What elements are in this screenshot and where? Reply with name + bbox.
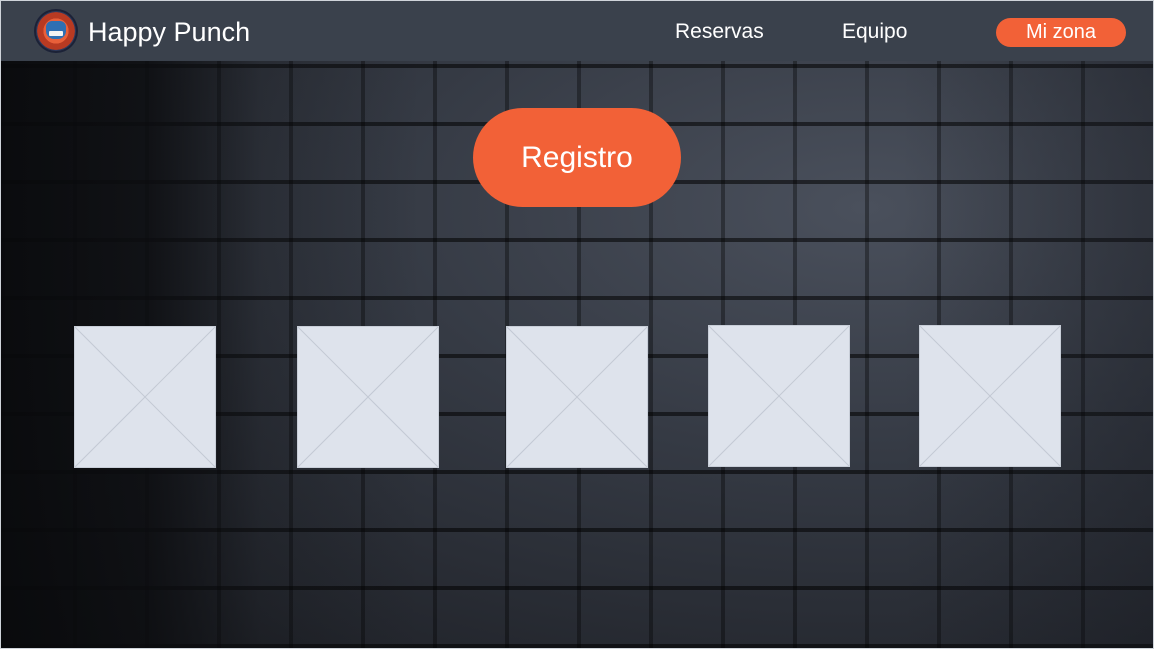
image-placeholder-icon xyxy=(920,326,1060,466)
nav-link-reservas[interactable]: Reservas xyxy=(675,19,764,45)
navbar: Happy Punch Reservas Equipo Mi zona xyxy=(1,1,1153,61)
image-placeholder xyxy=(297,326,439,468)
image-placeholder xyxy=(506,326,648,468)
image-placeholder xyxy=(708,325,850,467)
image-placeholder-icon xyxy=(75,327,215,467)
image-placeholder xyxy=(919,325,1061,467)
image-placeholder-icon xyxy=(298,327,438,467)
logo-teeth xyxy=(49,31,63,36)
happy-punch-logo-icon[interactable] xyxy=(34,9,78,53)
logo-face xyxy=(46,21,66,39)
nav-link-equipo[interactable]: Equipo xyxy=(842,19,907,45)
image-placeholder-icon xyxy=(709,326,849,466)
mi-zona-button[interactable]: Mi zona xyxy=(996,18,1126,47)
register-button[interactable]: Registro xyxy=(473,108,681,207)
image-placeholder-icon xyxy=(507,327,647,467)
app-frame: Happy Punch Reservas Equipo Mi zona Regi… xyxy=(0,0,1154,649)
image-placeholder xyxy=(74,326,216,468)
brand-name[interactable]: Happy Punch xyxy=(88,14,250,50)
